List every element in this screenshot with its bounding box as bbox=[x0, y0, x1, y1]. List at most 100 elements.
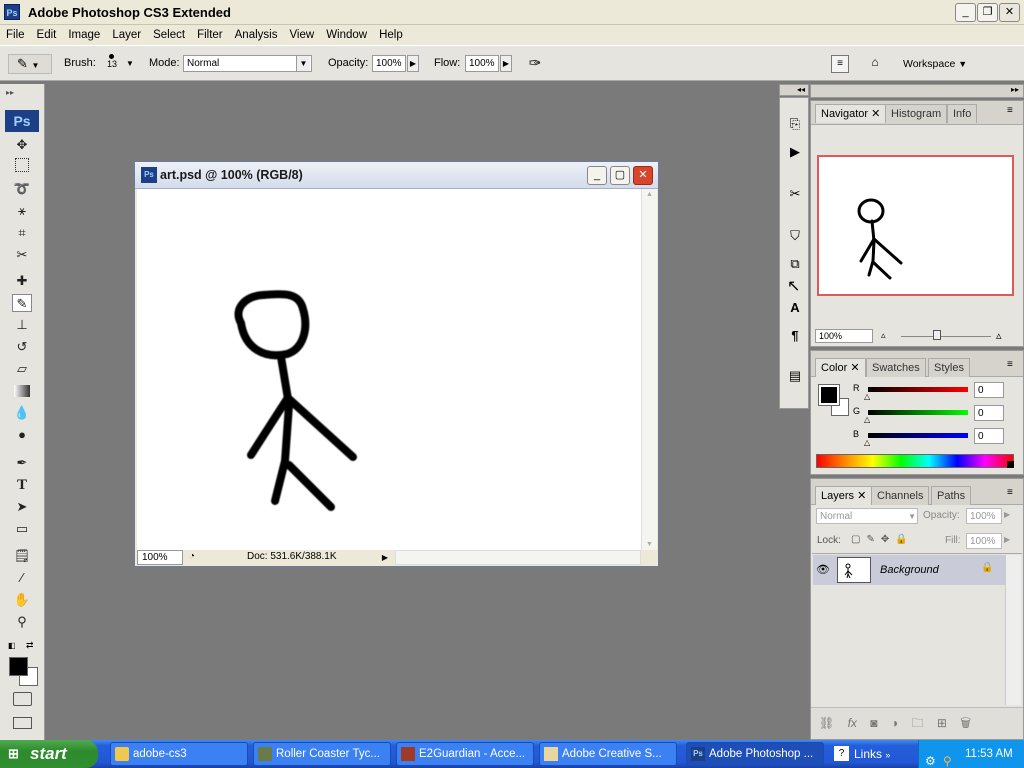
panel-menu-icon[interactable]: ≡ bbox=[1007, 359, 1013, 370]
color-fg-swatch[interactable] bbox=[818, 384, 840, 406]
fill-input[interactable]: 100% bbox=[966, 533, 1002, 549]
slice-icon[interactable]: ✂ bbox=[12, 246, 32, 264]
zoom-out-icon[interactable]: ▵ bbox=[881, 330, 886, 341]
opacity-slider-button[interactable]: ▶ bbox=[407, 55, 419, 72]
menu-view[interactable]: View bbox=[283, 25, 320, 45]
airbrush-icon[interactable]: ✑ bbox=[524, 54, 546, 74]
trash-icon[interactable]: 🗑 bbox=[960, 716, 971, 730]
navigator-preview[interactable] bbox=[817, 155, 1014, 296]
blue-slider-thumb[interactable]: △ bbox=[864, 438, 870, 447]
panel-menu-icon[interactable]: ≡ bbox=[1007, 105, 1013, 116]
panel-dock-header[interactable]: ▸▸ bbox=[810, 84, 1024, 98]
new-layer-icon[interactable]: ⊞ bbox=[937, 716, 947, 730]
tab-navigator[interactable]: Navigator ✕ bbox=[815, 104, 887, 123]
move-icon[interactable]: ✥ bbox=[12, 136, 32, 154]
brush-picker[interactable]: 13 ▼ bbox=[100, 50, 138, 78]
blue-slider[interactable] bbox=[868, 433, 968, 438]
marquee-icon[interactable] bbox=[15, 158, 29, 172]
close-button[interactable]: ✕ bbox=[999, 3, 1020, 22]
opacity-input[interactable]: 100% bbox=[372, 55, 406, 72]
menu-filter[interactable]: Filter bbox=[191, 25, 229, 45]
doc-minimize-button[interactable]: _ bbox=[587, 166, 607, 185]
blur-icon[interactable]: 💧 bbox=[12, 404, 32, 422]
color-spectrum-ramp[interactable] bbox=[816, 454, 1014, 468]
blue-input[interactable]: 0 bbox=[974, 428, 1004, 444]
adjustment-layer-icon[interactable]: ◑ bbox=[891, 716, 898, 730]
close-icon[interactable]: ✕ bbox=[857, 490, 866, 502]
tab-swatches[interactable]: Swatches bbox=[866, 358, 926, 377]
type-icon[interactable]: T bbox=[12, 476, 32, 494]
default-colors-icon[interactable]: ◧ bbox=[8, 641, 16, 650]
layer-opacity-input[interactable]: 100% bbox=[966, 508, 1002, 524]
green-slider-thumb[interactable]: △ bbox=[864, 415, 870, 424]
menu-layer[interactable]: Layer bbox=[106, 25, 147, 45]
red-slider[interactable] bbox=[868, 387, 968, 392]
flow-input[interactable]: 100% bbox=[465, 55, 499, 72]
document-window[interactable]: Ps art.psd @ 100% (RGB/8) _ ▢ ✕ ▲ ▼ 100%… bbox=[134, 161, 659, 567]
tab-histogram[interactable]: Histogram bbox=[885, 104, 948, 123]
scroll-up-icon[interactable]: ▲ bbox=[642, 189, 657, 198]
menu-analysis[interactable]: Analysis bbox=[229, 25, 284, 45]
black-swatch[interactable] bbox=[1007, 461, 1014, 468]
pen-icon[interactable]: ✒ bbox=[12, 454, 32, 472]
fill-arrow-icon[interactable]: ▶ bbox=[1004, 535, 1010, 544]
tab-paths[interactable]: Paths bbox=[931, 486, 972, 505]
close-icon[interactable]: ✕ bbox=[871, 108, 880, 120]
status-icon[interactable]: ◔ bbox=[189, 551, 195, 562]
hand-icon[interactable]: ✋ bbox=[12, 591, 32, 609]
start-button[interactable]: ⊞ start bbox=[0, 740, 98, 768]
gradient-icon[interactable] bbox=[14, 385, 30, 397]
layers-scrollbar[interactable] bbox=[1005, 555, 1021, 705]
clock[interactable]: 11:53 AM bbox=[965, 740, 1013, 768]
zoom-input[interactable]: 100% bbox=[137, 550, 183, 565]
tab-styles[interactable]: Styles bbox=[928, 358, 970, 377]
foreground-color-swatch[interactable] bbox=[9, 657, 28, 676]
close-icon[interactable]: ✕ bbox=[850, 362, 859, 374]
eye-visibility-icon[interactable]: 👁 bbox=[816, 563, 830, 576]
menu-select[interactable]: Select bbox=[147, 25, 191, 45]
dock-header[interactable]: ◂◂ bbox=[779, 84, 809, 96]
red-slider-thumb[interactable]: △ bbox=[864, 392, 870, 401]
panel-menu-icon[interactable]: ≡ bbox=[1007, 487, 1013, 498]
quick-mask-icon[interactable] bbox=[13, 692, 32, 706]
layer-comps-icon[interactable]: ▤ bbox=[785, 366, 805, 386]
task-adobe-creative-suite[interactable]: Adobe Creative S... bbox=[539, 742, 677, 766]
fx-icon[interactable]: fx bbox=[848, 716, 857, 730]
paragraph-icon[interactable]: ¶ bbox=[785, 326, 805, 346]
bridge-icon[interactable]: ⌂ bbox=[864, 55, 886, 73]
magic-wand-icon[interactable]: ⚹ bbox=[12, 202, 32, 220]
task-roller-coaster[interactable]: Roller Coaster Tyc... bbox=[253, 742, 391, 766]
doc-maximize-button[interactable]: ▢ bbox=[610, 166, 630, 185]
task-adobe-photoshop[interactable]: Ps Adobe Photoshop ... bbox=[686, 742, 824, 766]
scroll-down-icon[interactable]: ▼ bbox=[642, 541, 657, 548]
collapse-arrows-icon[interactable]: ▸▸ bbox=[6, 88, 14, 97]
new-group-icon[interactable]: 🗀 bbox=[911, 716, 923, 730]
flow-slider-button[interactable]: ▶ bbox=[500, 55, 512, 72]
link-layers-icon[interactable]: ⛓ bbox=[819, 716, 834, 730]
zoom-slider[interactable] bbox=[901, 336, 991, 337]
brushes-icon[interactable]: ⛉ bbox=[785, 226, 805, 246]
menu-image[interactable]: Image bbox=[62, 25, 106, 45]
ps-badge[interactable]: Ps bbox=[5, 110, 39, 132]
tool-preset-picker[interactable]: ✎ ▼ bbox=[8, 54, 52, 74]
red-input[interactable]: 0 bbox=[974, 382, 1004, 398]
dodge-icon[interactable]: ● bbox=[12, 426, 32, 444]
restore-button[interactable]: ❐ bbox=[977, 3, 998, 22]
document-title-bar[interactable]: Ps art.psd @ 100% (RGB/8) _ ▢ ✕ bbox=[135, 162, 658, 189]
lock-icons[interactable]: ▢✎✥🔒 bbox=[851, 534, 914, 545]
status-menu-arrow-icon[interactable]: ▶ bbox=[379, 550, 391, 565]
task-e2guardian[interactable]: E2Guardian - Acce... bbox=[396, 742, 534, 766]
search-icon[interactable]: ⚲ bbox=[943, 747, 952, 768]
workspace-menu[interactable]: Workspace ▼ bbox=[903, 55, 975, 73]
eyedropper-icon[interactable]: ⁄ bbox=[12, 569, 32, 587]
history-brush-icon[interactable]: ↺ bbox=[12, 338, 32, 356]
menu-help[interactable]: Help bbox=[373, 25, 409, 45]
healing-icon[interactable]: ✚ bbox=[12, 272, 32, 290]
minimize-button[interactable]: _ bbox=[955, 3, 976, 22]
shape-icon[interactable]: ▭ bbox=[12, 520, 32, 538]
green-slider[interactable] bbox=[868, 410, 968, 415]
menu-window[interactable]: Window bbox=[320, 25, 373, 45]
network-icon[interactable]: ⚙ bbox=[925, 747, 936, 768]
links-toolbar[interactable]: ? Links » bbox=[832, 744, 890, 764]
brush-icon[interactable]: ✎ bbox=[12, 294, 32, 312]
